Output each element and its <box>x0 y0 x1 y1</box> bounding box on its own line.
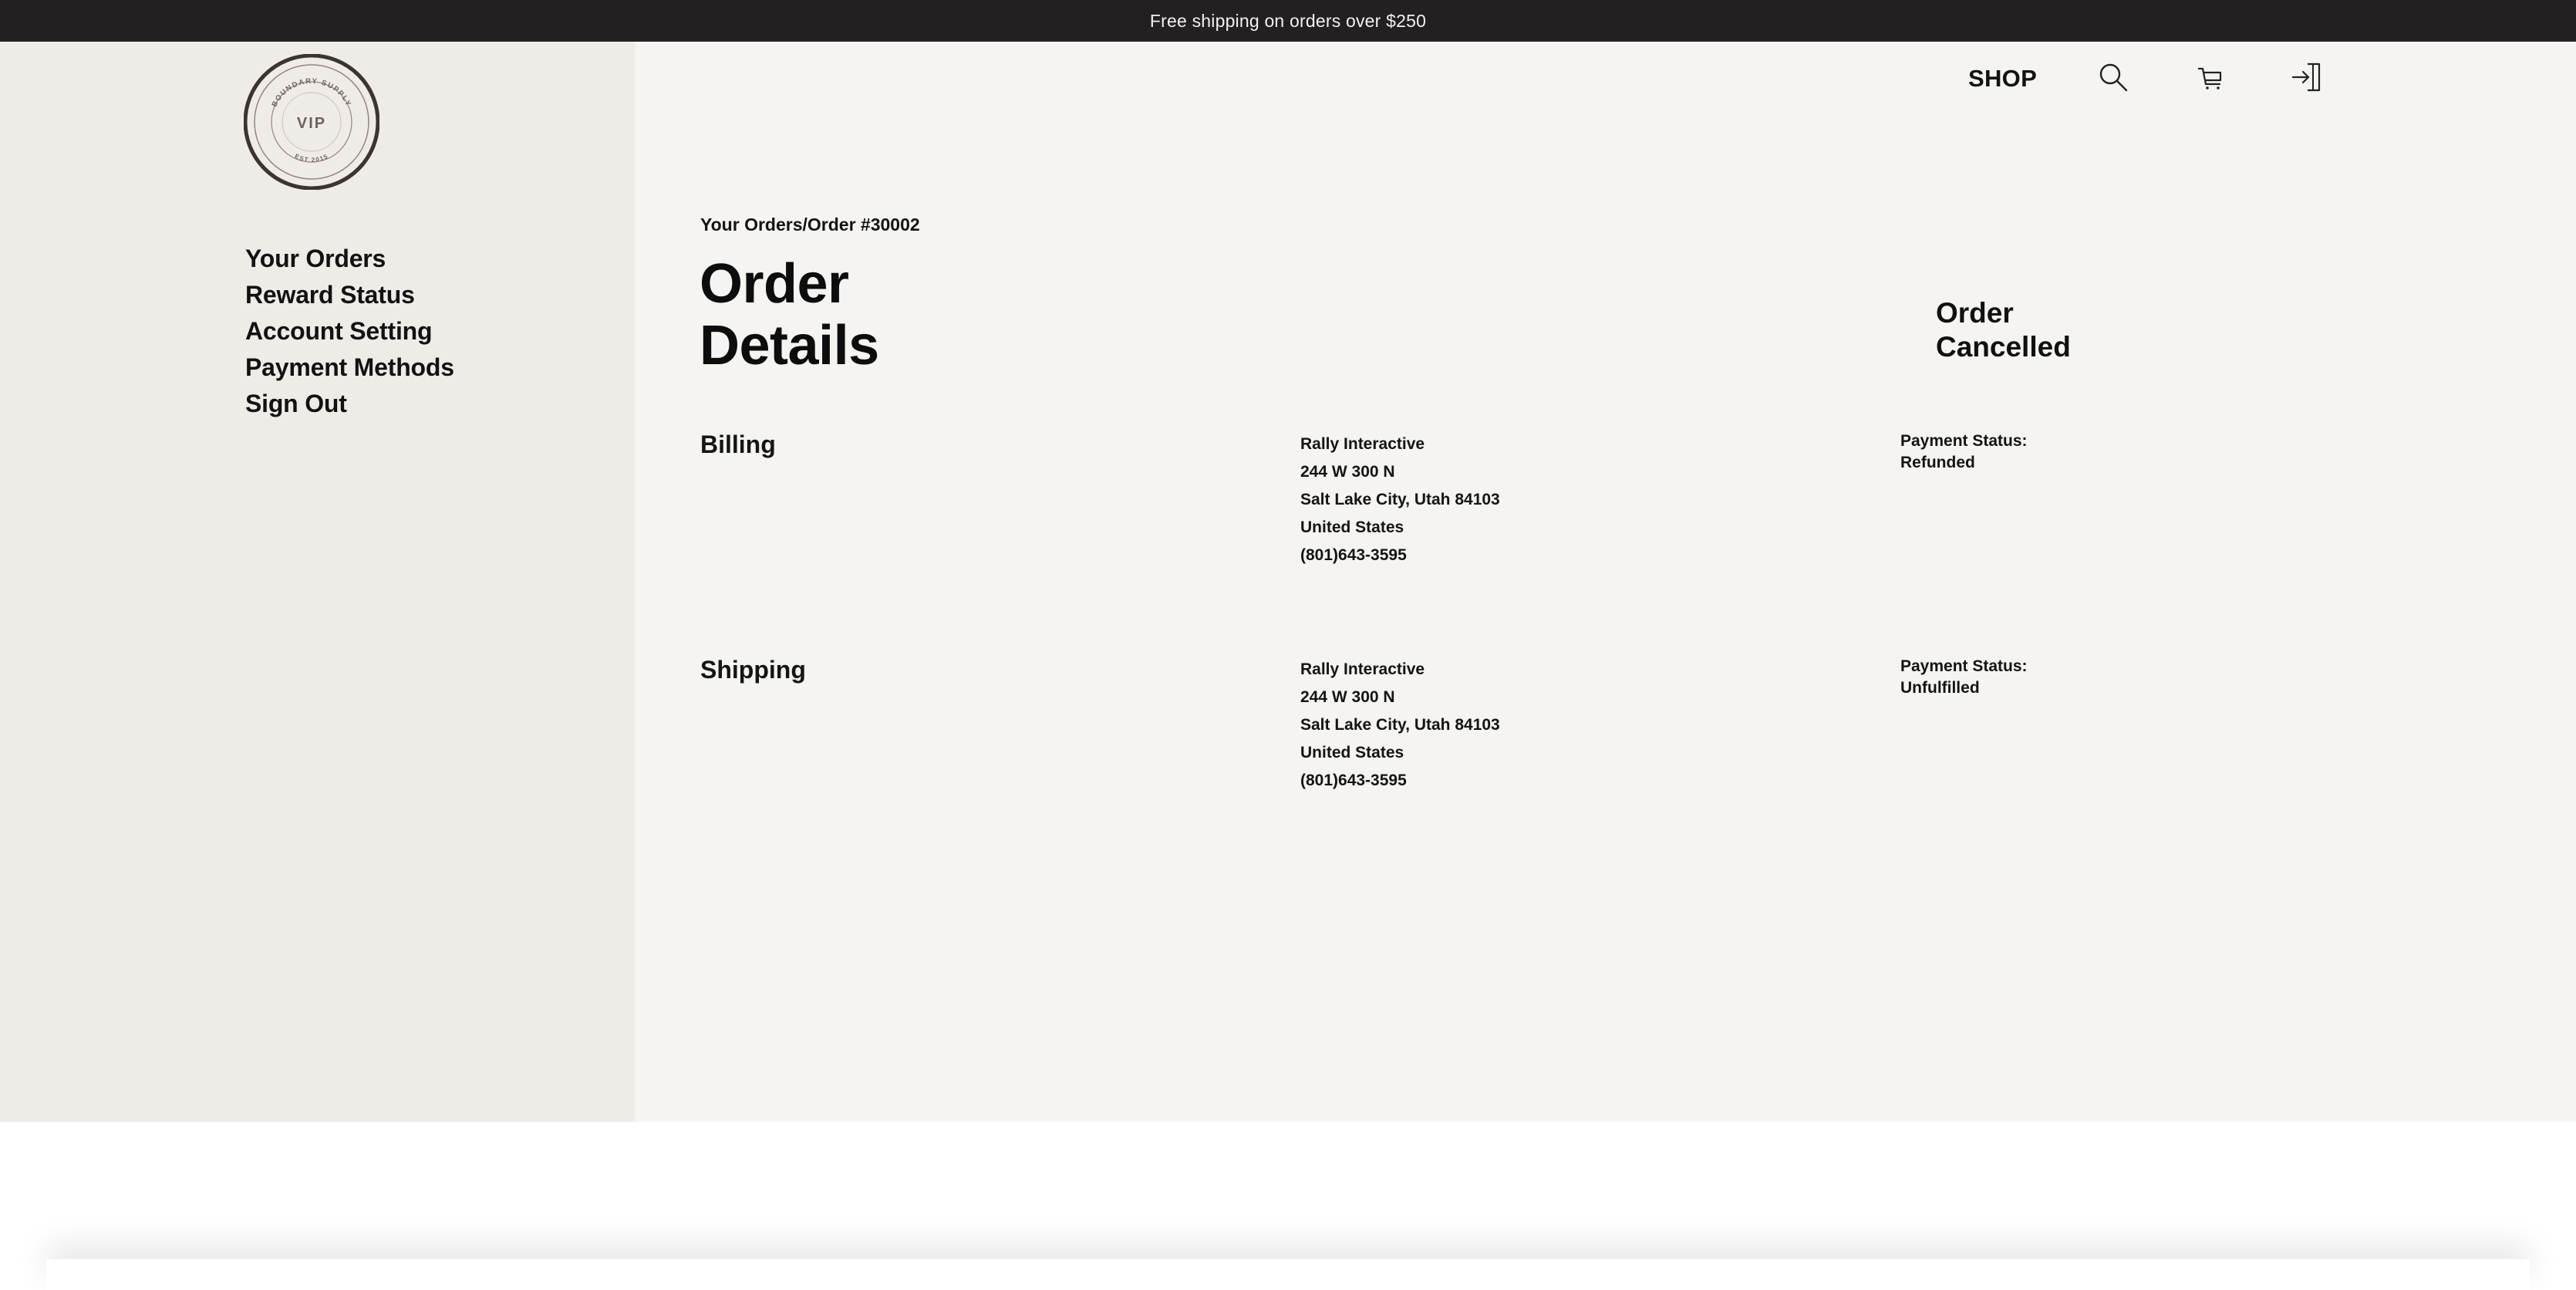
billing-street: 244 W 300 N <box>1300 463 1395 481</box>
announcement-text: Free shipping on orders over $250 <box>1149 10 1427 31</box>
main-content <box>635 42 2576 1122</box>
shipping-country: United States <box>1300 744 1404 762</box>
shipping-payment-status: Payment Status: Unfulfilled <box>1900 656 2028 699</box>
billing-city: Salt Lake City, Utah 84103 <box>1300 491 1500 508</box>
billing-country: United States <box>1300 518 1404 536</box>
billing-status-label: Payment Status: <box>1900 432 2028 450</box>
billing-status-value: Refunded <box>1900 454 1975 471</box>
footer-edge <box>46 1259 2530 1290</box>
shipping-address: Rally Interactive 244 W 300 N Salt Lake … <box>1300 656 1500 795</box>
announcement-bar: Free shipping on orders over $250 <box>0 0 2576 42</box>
sign-in-button[interactable] <box>2289 60 2323 94</box>
page-title: Order Details <box>700 253 879 377</box>
shipping-name: Rally Interactive <box>1300 660 1425 678</box>
vip-logo[interactable]: BOUNDARY SUPPLY EST 2015 VIP <box>243 53 380 191</box>
shipping-title: Shipping <box>700 656 806 684</box>
search-icon <box>2099 63 2128 92</box>
billing-title: Billing <box>700 431 776 458</box>
billing-name: Rally Interactive <box>1300 435 1425 453</box>
shop-link[interactable]: SHOP <box>1968 65 2037 93</box>
billing-phone: (801)643-3595 <box>1300 546 1407 564</box>
vip-badge-icon: BOUNDARY SUPPLY EST 2015 VIP <box>243 53 380 191</box>
logo-center-text: VIP <box>297 115 326 132</box>
sidebar-item-account-setting[interactable]: Account Setting <box>245 313 454 350</box>
cart-icon <box>2197 67 2222 89</box>
account-nav: Your Orders Reward Status Account Settin… <box>245 241 454 422</box>
order-status: Order Cancelled <box>1936 297 2071 363</box>
shipping-status-label: Payment Status: <box>1900 657 2028 675</box>
account-sidebar <box>0 42 635 1122</box>
sidebar-item-your-orders[interactable]: Your Orders <box>245 241 454 277</box>
shipping-street: 244 W 300 N <box>1300 688 1395 706</box>
billing-payment-status: Payment Status: Refunded <box>1900 431 2028 474</box>
cart-button[interactable] <box>2193 60 2227 94</box>
billing-address: Rally Interactive 244 W 300 N Salt Lake … <box>1300 431 1500 569</box>
sign-in-icon <box>2291 62 2321 92</box>
shipping-status-value: Unfulfilled <box>1900 679 1980 697</box>
shipping-phone: (801)643-3595 <box>1300 772 1407 789</box>
search-button[interactable] <box>2096 60 2130 94</box>
breadcrumb[interactable]: Your Orders/Order #30002 <box>700 214 920 235</box>
sidebar-item-payment-methods[interactable]: Payment Methods <box>245 350 454 386</box>
shipping-city: Salt Lake City, Utah 84103 <box>1300 716 1500 734</box>
sidebar-item-reward-status[interactable]: Reward Status <box>245 277 454 313</box>
sidebar-item-sign-out[interactable]: Sign Out <box>245 386 454 422</box>
